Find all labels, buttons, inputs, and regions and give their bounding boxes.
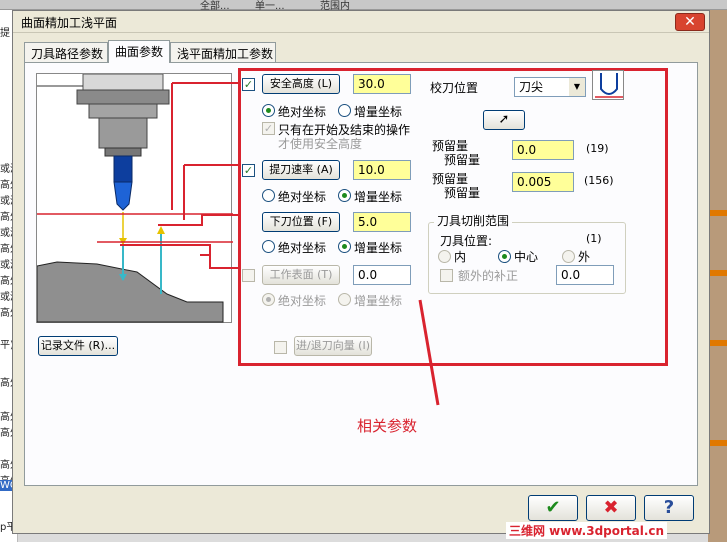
pos-outside-radio[interactable] xyxy=(562,250,575,263)
tip-comp-label: 校刀位置 xyxy=(430,81,479,95)
record-file-button[interactable]: 记录文件 (R)... xyxy=(38,336,118,356)
tab-surface-parameters[interactable]: 曲面参数 xyxy=(108,40,170,63)
feed-inc-radio[interactable] xyxy=(338,240,351,253)
pos-inside-radio[interactable] xyxy=(438,250,451,263)
top-abs-label: 绝对坐标 xyxy=(278,294,327,308)
stock-leave-1-input[interactable]: 0.0 xyxy=(512,140,574,160)
pos-center-radio[interactable] xyxy=(498,250,511,263)
retract-input[interactable]: 10.0 xyxy=(353,160,411,180)
feed-plane-button[interactable]: 下刀位置 (F) xyxy=(262,212,340,232)
safe-abs-radio[interactable] xyxy=(262,104,275,117)
feed-plane-input[interactable]: 5.0 xyxy=(353,212,411,232)
retract-abs-label: 绝对坐标 xyxy=(278,190,327,204)
only-start-end-checkbox[interactable]: ✓ xyxy=(262,122,275,135)
tool-position-count: (1) xyxy=(586,232,602,245)
tip-comp-select[interactable]: 刀尖 ▼ xyxy=(514,77,586,97)
feed-abs-label: 绝对坐标 xyxy=(278,241,327,255)
pos-center-label: 中心 xyxy=(514,250,539,264)
stock-leave-2b-label: 预留量 xyxy=(444,186,481,200)
retract-checkbox[interactable]: ✓ xyxy=(242,164,255,177)
safe-inc-label: 增量坐标 xyxy=(354,105,403,119)
retract-button[interactable]: 提刀速率 (A) xyxy=(262,160,340,180)
cut-range-title: 刀具切削范围 xyxy=(434,212,513,229)
stock-leave-2-count: (156) xyxy=(584,174,614,187)
cancel-button[interactable]: ✖ xyxy=(586,495,636,521)
safe-abs-label: 绝对坐标 xyxy=(278,105,327,119)
tool-position-label: 刀具位置: xyxy=(440,234,493,248)
top-of-stock-checkbox[interactable] xyxy=(242,269,255,282)
safe-height-checkbox[interactable]: ✓ xyxy=(242,78,255,91)
tip-comp-value: 刀尖 xyxy=(519,80,544,94)
stock-leave-1-count: (19) xyxy=(586,142,609,155)
feed-inc-label: 增量坐标 xyxy=(354,241,403,255)
retract-abs-radio[interactable] xyxy=(262,189,275,202)
top-of-stock-input[interactable]: 0.0 xyxy=(353,265,411,285)
only-start-end-label-2: 才使用安全高度 xyxy=(278,137,363,151)
top-inc-radio[interactable] xyxy=(338,293,351,306)
safe-inc-radio[interactable] xyxy=(338,104,351,117)
annotation-related-params: 相关参数 xyxy=(357,417,418,435)
safe-height-button[interactable]: 安全高度 (L) xyxy=(262,74,340,94)
entry-exit-button[interactable]: 进/退刀向量 (I) xyxy=(294,336,372,356)
ok-button[interactable]: ✔ xyxy=(528,495,578,521)
retract-inc-label: 增量坐标 xyxy=(354,190,403,204)
help-button[interactable]: ? xyxy=(644,495,694,521)
entry-exit-checkbox[interactable] xyxy=(274,341,287,354)
top-abs-radio[interactable] xyxy=(262,293,275,306)
safe-height-input[interactable]: 30.0 xyxy=(353,74,411,94)
pos-inside-label: 内 xyxy=(454,250,467,264)
top-of-stock-button[interactable]: 工作表面 (T) xyxy=(262,265,340,285)
tool-tip-preview-icon xyxy=(592,70,624,100)
stock-leave-1b-label: 预留量 xyxy=(444,153,481,167)
watermark: 三维网 www.3dportal.cn xyxy=(506,522,668,539)
extra-comp-checkbox[interactable] xyxy=(440,269,453,282)
extra-comp-input[interactable]: 0.0 xyxy=(556,265,614,285)
cursor-icon: ➚ xyxy=(498,112,510,127)
extra-comp-label: 额外的补正 xyxy=(458,269,519,283)
select-point-button[interactable]: ➚ xyxy=(483,110,525,130)
stock-leave-2-input[interactable]: 0.005 xyxy=(512,172,574,192)
pos-outside-label: 外 xyxy=(578,250,591,264)
feed-abs-radio[interactable] xyxy=(262,240,275,253)
chevron-down-icon: ▼ xyxy=(569,78,585,96)
top-inc-label: 增量坐标 xyxy=(354,294,403,308)
retract-inc-radio[interactable] xyxy=(338,189,351,202)
